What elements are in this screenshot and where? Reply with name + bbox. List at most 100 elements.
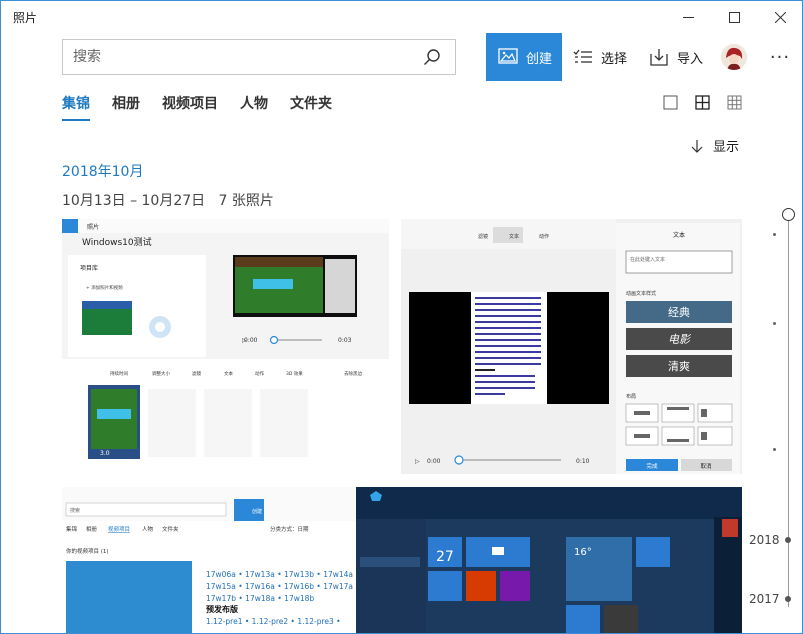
p2-tool-0: 滤镜 [478, 233, 488, 240]
search-icon[interactable] [423, 48, 441, 66]
photo-thumbnail-video-editor[interactable]: 照片 Windows10测试 项目库 + 添加照片和视频 ▷ 0:00 0:03… [62, 219, 389, 474]
tab-folders[interactable]: 文件夹 [290, 93, 332, 121]
p1-tool-4: 动作 [255, 370, 264, 377]
p1-tool-3: 文本 [224, 370, 233, 377]
p1-tool-1: 调整大小 [152, 370, 170, 377]
p3-section: 你的视频项目 (1) [66, 547, 109, 555]
p3-line-4: 1.12-pre1 • 1.12-pre2 • 1.12-pre3 • [206, 617, 341, 626]
show-options-button[interactable]: 显示 [691, 136, 739, 155]
arrow-down-icon [691, 139, 703, 153]
p1-tool-6: 去除黑边 [344, 370, 362, 377]
p1-time-start: 0:00 [244, 337, 258, 344]
large-tile-icon[interactable] [663, 95, 678, 110]
p3-tab-0: 集锦 [66, 525, 78, 533]
p2-style-0: 经典 [668, 305, 690, 319]
p1-app-title: 照片 [87, 223, 99, 231]
p2-style-heading: 动画文本样式 [626, 290, 656, 297]
nav-tabs: 集锦 相册 视频项目 人物 文件夹 [62, 93, 332, 121]
p1-library: 项目库 [80, 264, 98, 272]
p1-project-title: Windows10测试 [82, 236, 152, 248]
p3-line-0: 17w06a • 17w13a • 17w13b • 17w14a • [206, 570, 356, 579]
title-bar: 照片 [1, 1, 802, 33]
video-projects-screenshot: 搜索 创建 集锦 相册 视频项目 人物 文件夹 分类方式：日期 你的视频项目 (… [62, 487, 356, 633]
tab-people[interactable]: 人物 [240, 93, 268, 121]
date-range: 10月13日 – 10月27日 [62, 193, 206, 209]
text-editor-screenshot: 滤镜 文本 动作 ▷ 0:00 0:10 文本 在此处键入文本 动画文本样式 经… [401, 219, 742, 474]
app-title: 照片 [13, 11, 38, 25]
timeline-year-marker [785, 537, 791, 543]
create-label: 创建 [526, 51, 553, 67]
tab-video-projects[interactable]: 视频项目 [162, 93, 218, 121]
p2-text-placeholder: 在此处键入文本 [630, 256, 665, 263]
create-button[interactable]: 创建 [486, 33, 562, 81]
p1-tool-2: 滤镜 [192, 370, 201, 377]
month-heading[interactable]: 2018年10月 [62, 161, 143, 181]
photos-window: 照片 创建 [0, 0, 803, 634]
p1-tool-0: 持续时间 [110, 370, 128, 377]
command-bar: 创建 选择 导入 [1, 33, 802, 81]
p3-tab-1: 相册 [86, 525, 98, 533]
minimize-icon [682, 16, 694, 18]
p2-layout-heading: 布局 [626, 393, 636, 400]
maximize-button[interactable] [711, 1, 757, 33]
p3-heading: 预发布版 [206, 604, 238, 614]
import-button[interactable]: 导入 [649, 33, 703, 81]
date-range-heading: 10月13日 – 10月27日 7 张照片 [62, 190, 274, 210]
timeline-month-mark [773, 448, 776, 451]
avatar-icon [721, 44, 747, 70]
p3-tab-4: 文件夹 [162, 525, 179, 533]
p1-time-end: 0:03 [338, 337, 352, 344]
search-box[interactable] [62, 39, 456, 75]
video-editor-screenshot: 照片 Windows10测试 项目库 + 添加照片和视频 ▷ 0:00 0:03… [62, 219, 389, 474]
start-menu-screenshot: 27 16° [356, 487, 742, 633]
timeline-year-2018[interactable]: 2018 [749, 533, 780, 547]
maximize-icon [728, 11, 740, 23]
show-label: 显示 [713, 140, 740, 155]
p1-add: + 添加照片和视频 [86, 284, 123, 291]
p2-style-1: 电影 [668, 333, 692, 346]
minimize-button[interactable] [665, 1, 711, 33]
select-label: 选择 [601, 51, 628, 67]
timeline-month-mark [773, 322, 776, 325]
more-options-button[interactable]: ··· [765, 33, 795, 81]
import-icon [650, 49, 668, 66]
p3-sort: 分类方式：日期 [270, 525, 309, 533]
small-tile-icon[interactable] [727, 95, 742, 110]
search-input[interactable] [73, 40, 413, 74]
p1-clip-duration: 3.0 [100, 450, 110, 457]
p2-style-2: 清爽 [668, 360, 690, 373]
select-list-icon [573, 49, 592, 63]
create-photo-icon [498, 48, 518, 64]
p4-date-num: 27 [436, 549, 454, 565]
p2-time-start: 0:00 [427, 458, 441, 465]
tab-albums[interactable]: 相册 [112, 93, 140, 121]
p3-tab-3: 人物 [142, 525, 154, 533]
p3-line-2: 17w17b • 17w18a • 17w18b [206, 594, 314, 603]
medium-tile-icon[interactable] [695, 95, 710, 110]
p3-search: 搜索 [70, 507, 80, 514]
timeline-year-2017[interactable]: 2017 [749, 592, 780, 606]
svg-text:▷: ▷ [415, 458, 420, 465]
photo-thumbnail-start-menu[interactable]: 27 16° [356, 487, 742, 633]
tab-collection[interactable]: 集锦 [62, 93, 90, 121]
p1-tool-5: 3D 效果 [286, 370, 303, 377]
p2-cancel: 取消 [700, 462, 712, 470]
select-button[interactable]: 选择 [573, 33, 627, 81]
photo-count: 7 张照片 [218, 193, 274, 209]
p2-done: 完成 [646, 462, 658, 470]
p2-tool-2: 动作 [539, 233, 549, 240]
p4-weather-temp: 16° [574, 547, 592, 558]
import-label: 导入 [677, 51, 704, 67]
user-avatar[interactable] [721, 44, 747, 70]
photo-thumbnail-text-editor[interactable]: 滤镜 文本 动作 ▷ 0:00 0:10 文本 在此处键入文本 动画文本样式 经… [401, 219, 742, 474]
timeline-track[interactable] [788, 214, 789, 607]
close-icon [774, 11, 786, 23]
timeline-handle[interactable] [782, 208, 795, 221]
close-button[interactable] [757, 1, 802, 33]
p3-line-1: 17w15a • 17w16a • 17w16b • 17w17a • [206, 582, 356, 591]
p3-tab-2: 视频项目 [108, 525, 130, 533]
tile-size-toggles [663, 95, 742, 110]
p3-create: 创建 [252, 508, 262, 515]
p2-panel-title: 文本 [673, 231, 685, 239]
photo-thumbnail-video-projects[interactable]: 搜索 创建 集锦 相册 视频项目 人物 文件夹 分类方式：日期 你的视频项目 (… [62, 487, 356, 633]
